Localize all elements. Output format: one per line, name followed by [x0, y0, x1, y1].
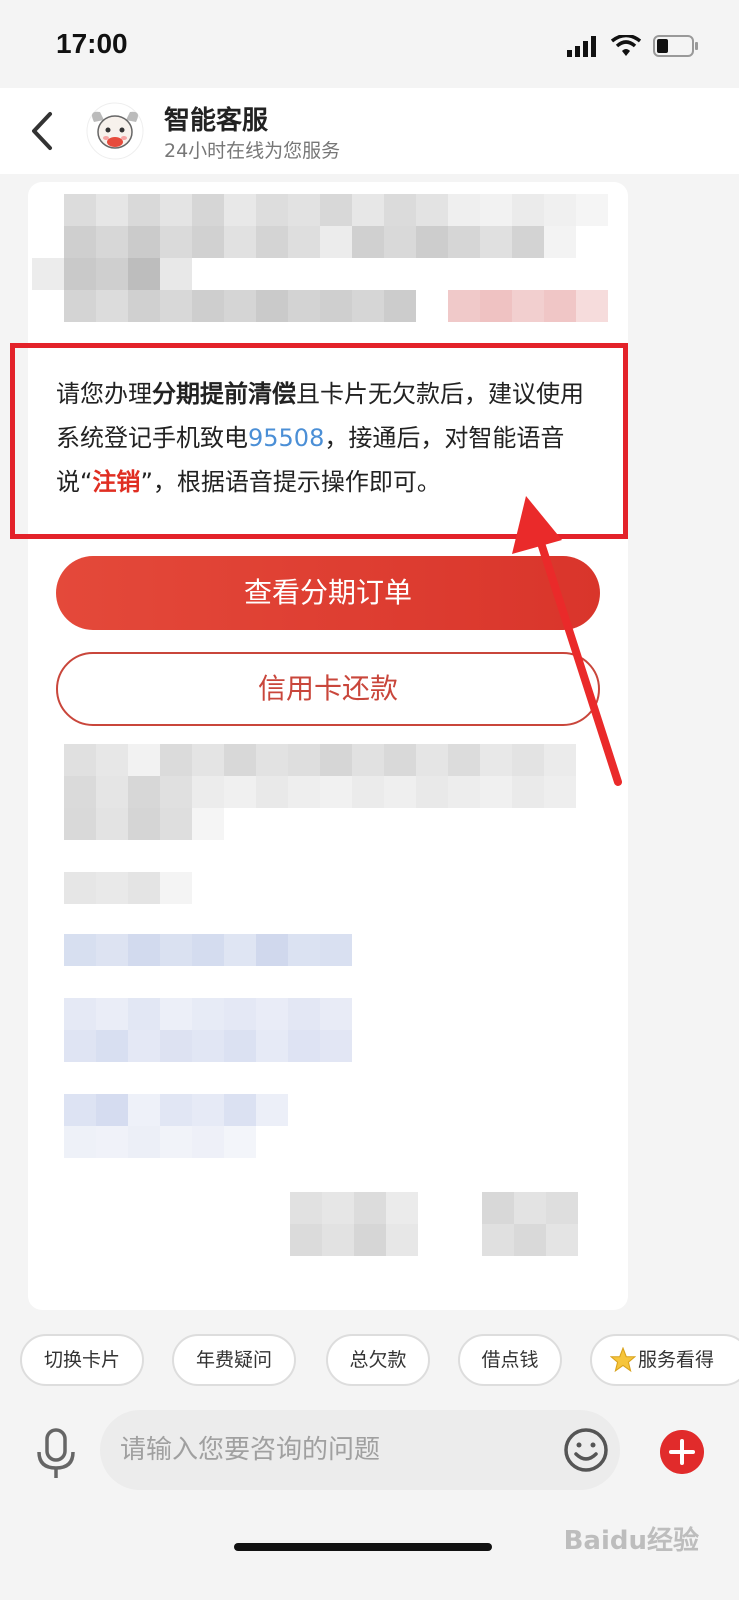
back-arrow-icon[interactable] — [24, 106, 64, 156]
microphone-icon[interactable] — [34, 1426, 78, 1480]
chip-service-label: 服务看得 — [638, 1349, 715, 1371]
header-title: 智能客服 — [164, 106, 269, 136]
chip-switch-card[interactable]: 切换卡片 — [20, 1334, 144, 1386]
watermark: Baidu经验 — [563, 1526, 699, 1556]
star-icon — [610, 1347, 636, 1373]
status-bar: 17:00 — [0, 0, 739, 88]
signal-icon — [567, 36, 596, 57]
chat-header: 智能客服 24小时在线为您服务 — [0, 88, 739, 174]
quick-reply-chips: 切换卡片 年费疑问 总欠款 借点钱 服务看得 — [0, 1334, 739, 1390]
chip-service[interactable]: 服务看得 — [590, 1334, 739, 1386]
status-time: 17:00 — [56, 28, 128, 59]
header-subtitle: 24小时在线为您服务 — [164, 140, 341, 162]
battery-icon — [653, 35, 698, 57]
add-icon[interactable] — [660, 1430, 704, 1474]
phone-number-link[interactable]: 95508 — [248, 424, 324, 452]
message-keyword: 注销 — [92, 468, 141, 496]
message-text: 请您办理分期提前清偿且卡片无欠款后，建议使用系统登记手机致电95508，接通后，… — [56, 372, 596, 504]
status-icons — [567, 34, 699, 58]
message-bold-term: 分期提前清偿 — [152, 380, 296, 408]
chip-annual-fee[interactable]: 年费疑问 — [172, 1334, 296, 1386]
question-input[interactable]: 请输入您要咨询的问题 — [100, 1410, 620, 1490]
message-part: ”，根据语音提示操作即可。 — [140, 468, 441, 496]
emoji-icon[interactable] — [562, 1426, 610, 1474]
wifi-icon — [611, 35, 641, 56]
home-indicator — [234, 1543, 492, 1551]
assistant-avatar — [86, 102, 144, 160]
chip-borrow-money[interactable]: 借点钱 — [458, 1334, 562, 1386]
message-part: 请您办理 — [56, 380, 152, 408]
chip-total-debt[interactable]: 总欠款 — [326, 1334, 430, 1386]
question-input-placeholder: 请输入您要咨询的问题 — [120, 1435, 381, 1465]
input-bar: 请输入您要咨询的问题 Baidu经验 — [0, 1396, 739, 1600]
